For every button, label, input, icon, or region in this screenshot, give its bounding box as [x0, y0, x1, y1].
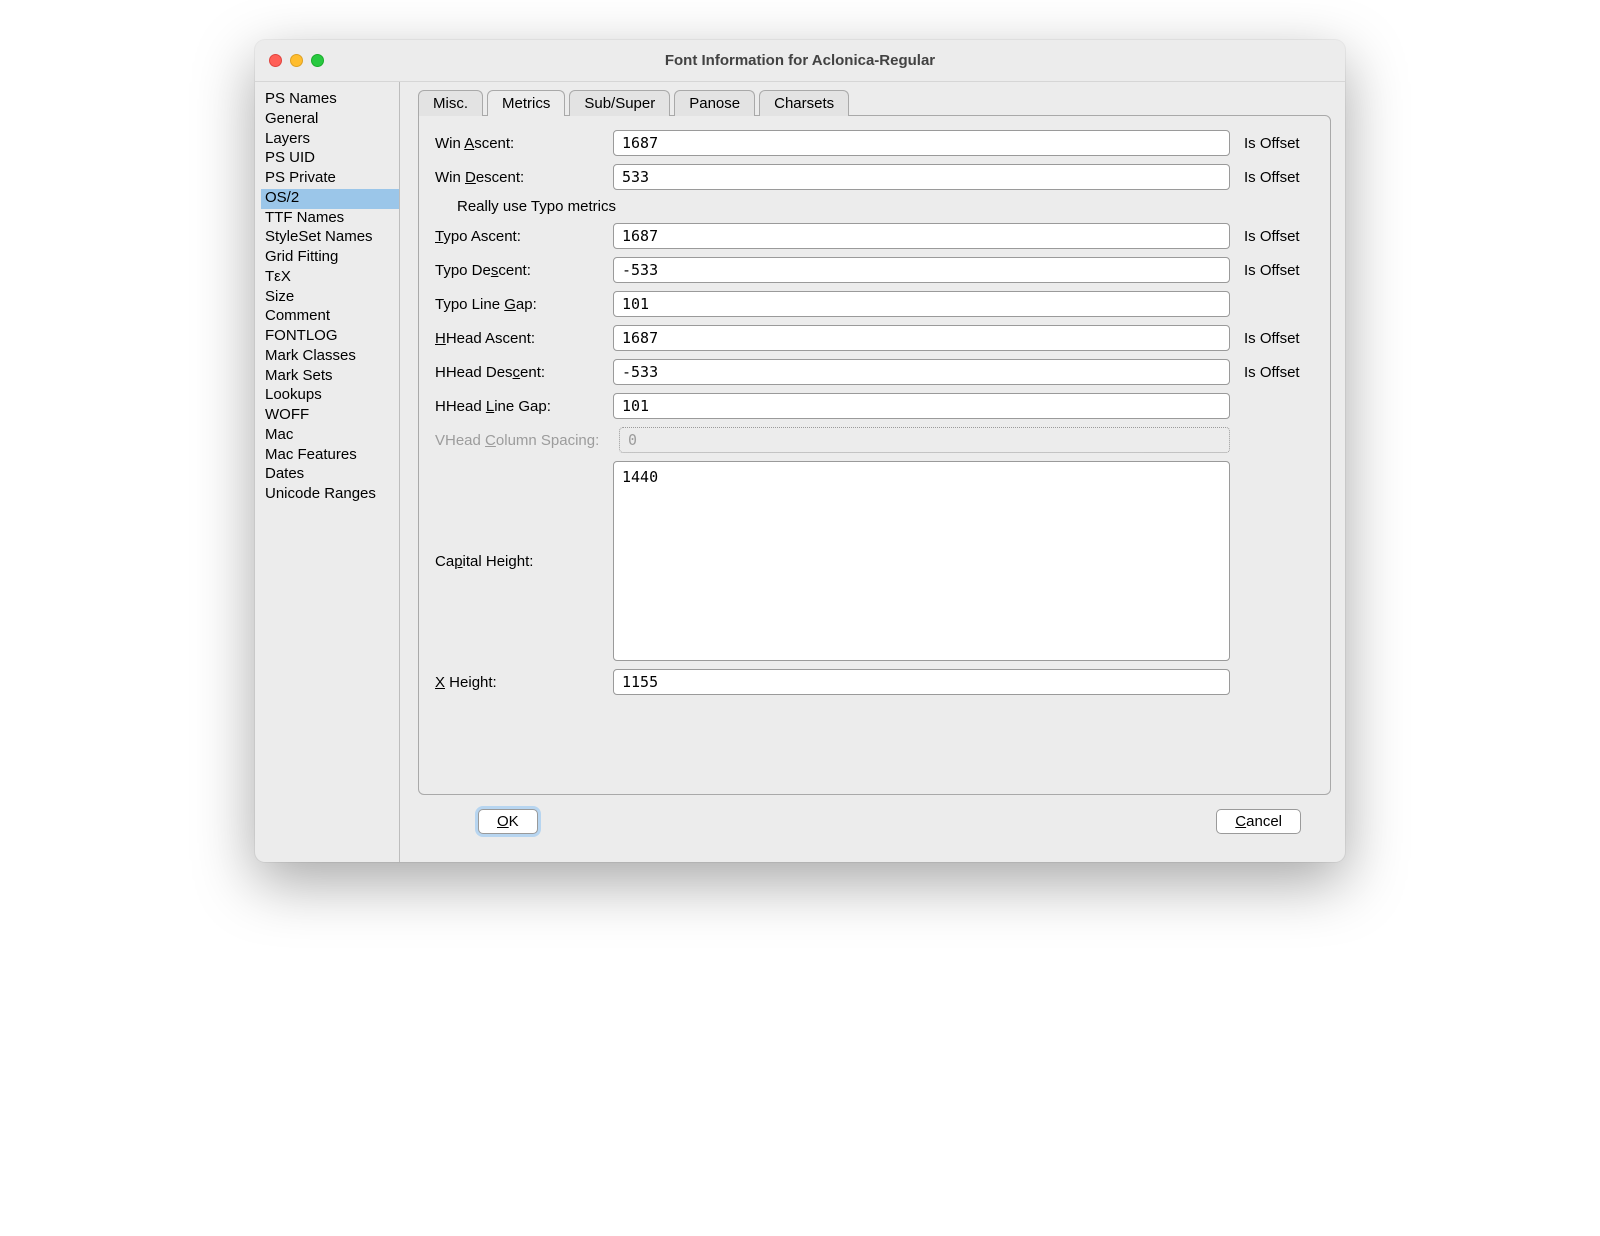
cancel-button[interactable]: Cancel — [1216, 809, 1301, 834]
sidebar-item-unicode-ranges[interactable]: Unicode Ranges — [261, 485, 399, 505]
hhead-linegap-input[interactable] — [613, 393, 1230, 419]
dialog-buttons: OK Cancel — [418, 795, 1331, 852]
vhead-label: VHead Column Spacing: — [435, 432, 613, 449]
hhead-linegap-label: HHead Line Gap: — [435, 398, 607, 415]
close-icon[interactable] — [269, 54, 282, 67]
hhead-descent-label: HHead Descent: — [435, 364, 607, 381]
sidebar-item-layers[interactable]: Layers — [261, 130, 399, 150]
sidebar-item-mark-sets[interactable]: Mark Sets — [261, 367, 399, 387]
metrics-pane: Win Ascent: Is Offset Win Descent: Is Of… — [418, 115, 1331, 795]
typo-ascent-offset[interactable]: Is Offset — [1244, 228, 1314, 245]
tab-metrics[interactable]: Metrics — [487, 90, 565, 116]
sidebar-item-os-2[interactable]: OS/2 — [261, 189, 399, 209]
sidebar-item-ttf-names[interactable]: TTF Names — [261, 209, 399, 229]
ok-button[interactable]: OK — [478, 809, 538, 834]
sidebar-item-mac-features[interactable]: Mac Features — [261, 446, 399, 466]
hhead-ascent-input[interactable] — [613, 325, 1230, 351]
hhead-ascent-offset[interactable]: Is Offset — [1244, 330, 1314, 347]
main-pane: Misc.MetricsSub/SuperPanoseCharsets Win … — [400, 82, 1345, 862]
sidebar-item-ps-uid[interactable]: PS UID — [261, 149, 399, 169]
tab-misc-[interactable]: Misc. — [418, 90, 483, 116]
category-sidebar: PS NamesGeneralLayersPS UIDPS PrivateOS/… — [255, 82, 400, 862]
typo-descent-offset[interactable]: Is Offset — [1244, 262, 1314, 279]
typo-ascent-label: Typo Ascent: — [435, 228, 607, 245]
sidebar-item-general[interactable]: General — [261, 110, 399, 130]
window-controls — [269, 54, 324, 67]
typo-descent-label: Typo Descent: — [435, 262, 607, 279]
hhead-ascent-label: HHead Ascent: — [435, 330, 607, 347]
tab-bar: Misc.MetricsSub/SuperPanoseCharsets — [418, 90, 1331, 116]
sidebar-item-ps-private[interactable]: PS Private — [261, 169, 399, 189]
typo-descent-input[interactable] — [613, 257, 1230, 283]
hhead-descent-offset[interactable]: Is Offset — [1244, 364, 1314, 381]
sidebar-item-size[interactable]: Size — [261, 288, 399, 308]
x-height-input[interactable] — [613, 669, 1230, 695]
capital-height-input[interactable]: 1440 — [613, 461, 1230, 661]
win-ascent-label: Win Ascent: — [435, 135, 607, 152]
win-descent-offset[interactable]: Is Offset — [1244, 169, 1314, 186]
sidebar-item-woff[interactable]: WOFF — [261, 406, 399, 426]
win-ascent-input[interactable] — [613, 130, 1230, 156]
win-ascent-offset[interactable]: Is Offset — [1244, 135, 1314, 152]
sidebar-item-grid-fitting[interactable]: Grid Fitting — [261, 248, 399, 268]
typo-ascent-input[interactable] — [613, 223, 1230, 249]
typo-linegap-label: Typo Line Gap: — [435, 296, 607, 313]
typo-linegap-input[interactable] — [613, 291, 1230, 317]
sidebar-item-dates[interactable]: Dates — [261, 465, 399, 485]
sidebar-item-styleset-names[interactable]: StyleSet Names — [261, 228, 399, 248]
tab-sub-super[interactable]: Sub/Super — [569, 90, 670, 116]
zoom-icon[interactable] — [311, 54, 324, 67]
window-title: Font Information for Aclonica-Regular — [269, 52, 1331, 69]
hhead-descent-input[interactable] — [613, 359, 1230, 385]
sidebar-item-comment[interactable]: Comment — [261, 307, 399, 327]
titlebar: Font Information for Aclonica-Regular — [255, 40, 1345, 82]
sidebar-item-fontlog[interactable]: FONTLOG — [261, 327, 399, 347]
minimize-icon[interactable] — [290, 54, 303, 67]
win-descent-input[interactable] — [613, 164, 1230, 190]
tab-panose[interactable]: Panose — [674, 90, 755, 116]
really-use-typo-checkbox-label[interactable]: Really use Typo metrics — [435, 198, 616, 215]
sidebar-item-lookups[interactable]: Lookups — [261, 386, 399, 406]
sidebar-item-t-x[interactable]: TεX — [261, 268, 399, 288]
sidebar-item-mark-classes[interactable]: Mark Classes — [261, 347, 399, 367]
sidebar-item-mac[interactable]: Mac — [261, 426, 399, 446]
win-descent-label: Win Descent: — [435, 169, 607, 186]
font-info-window: Font Information for Aclonica-Regular PS… — [255, 40, 1345, 862]
tab-charsets[interactable]: Charsets — [759, 90, 849, 116]
sidebar-item-ps-names[interactable]: PS Names — [261, 90, 399, 110]
x-height-label: X Height: — [435, 674, 607, 691]
vhead-input — [619, 427, 1230, 453]
capital-height-label: Capital Height: — [435, 553, 607, 570]
